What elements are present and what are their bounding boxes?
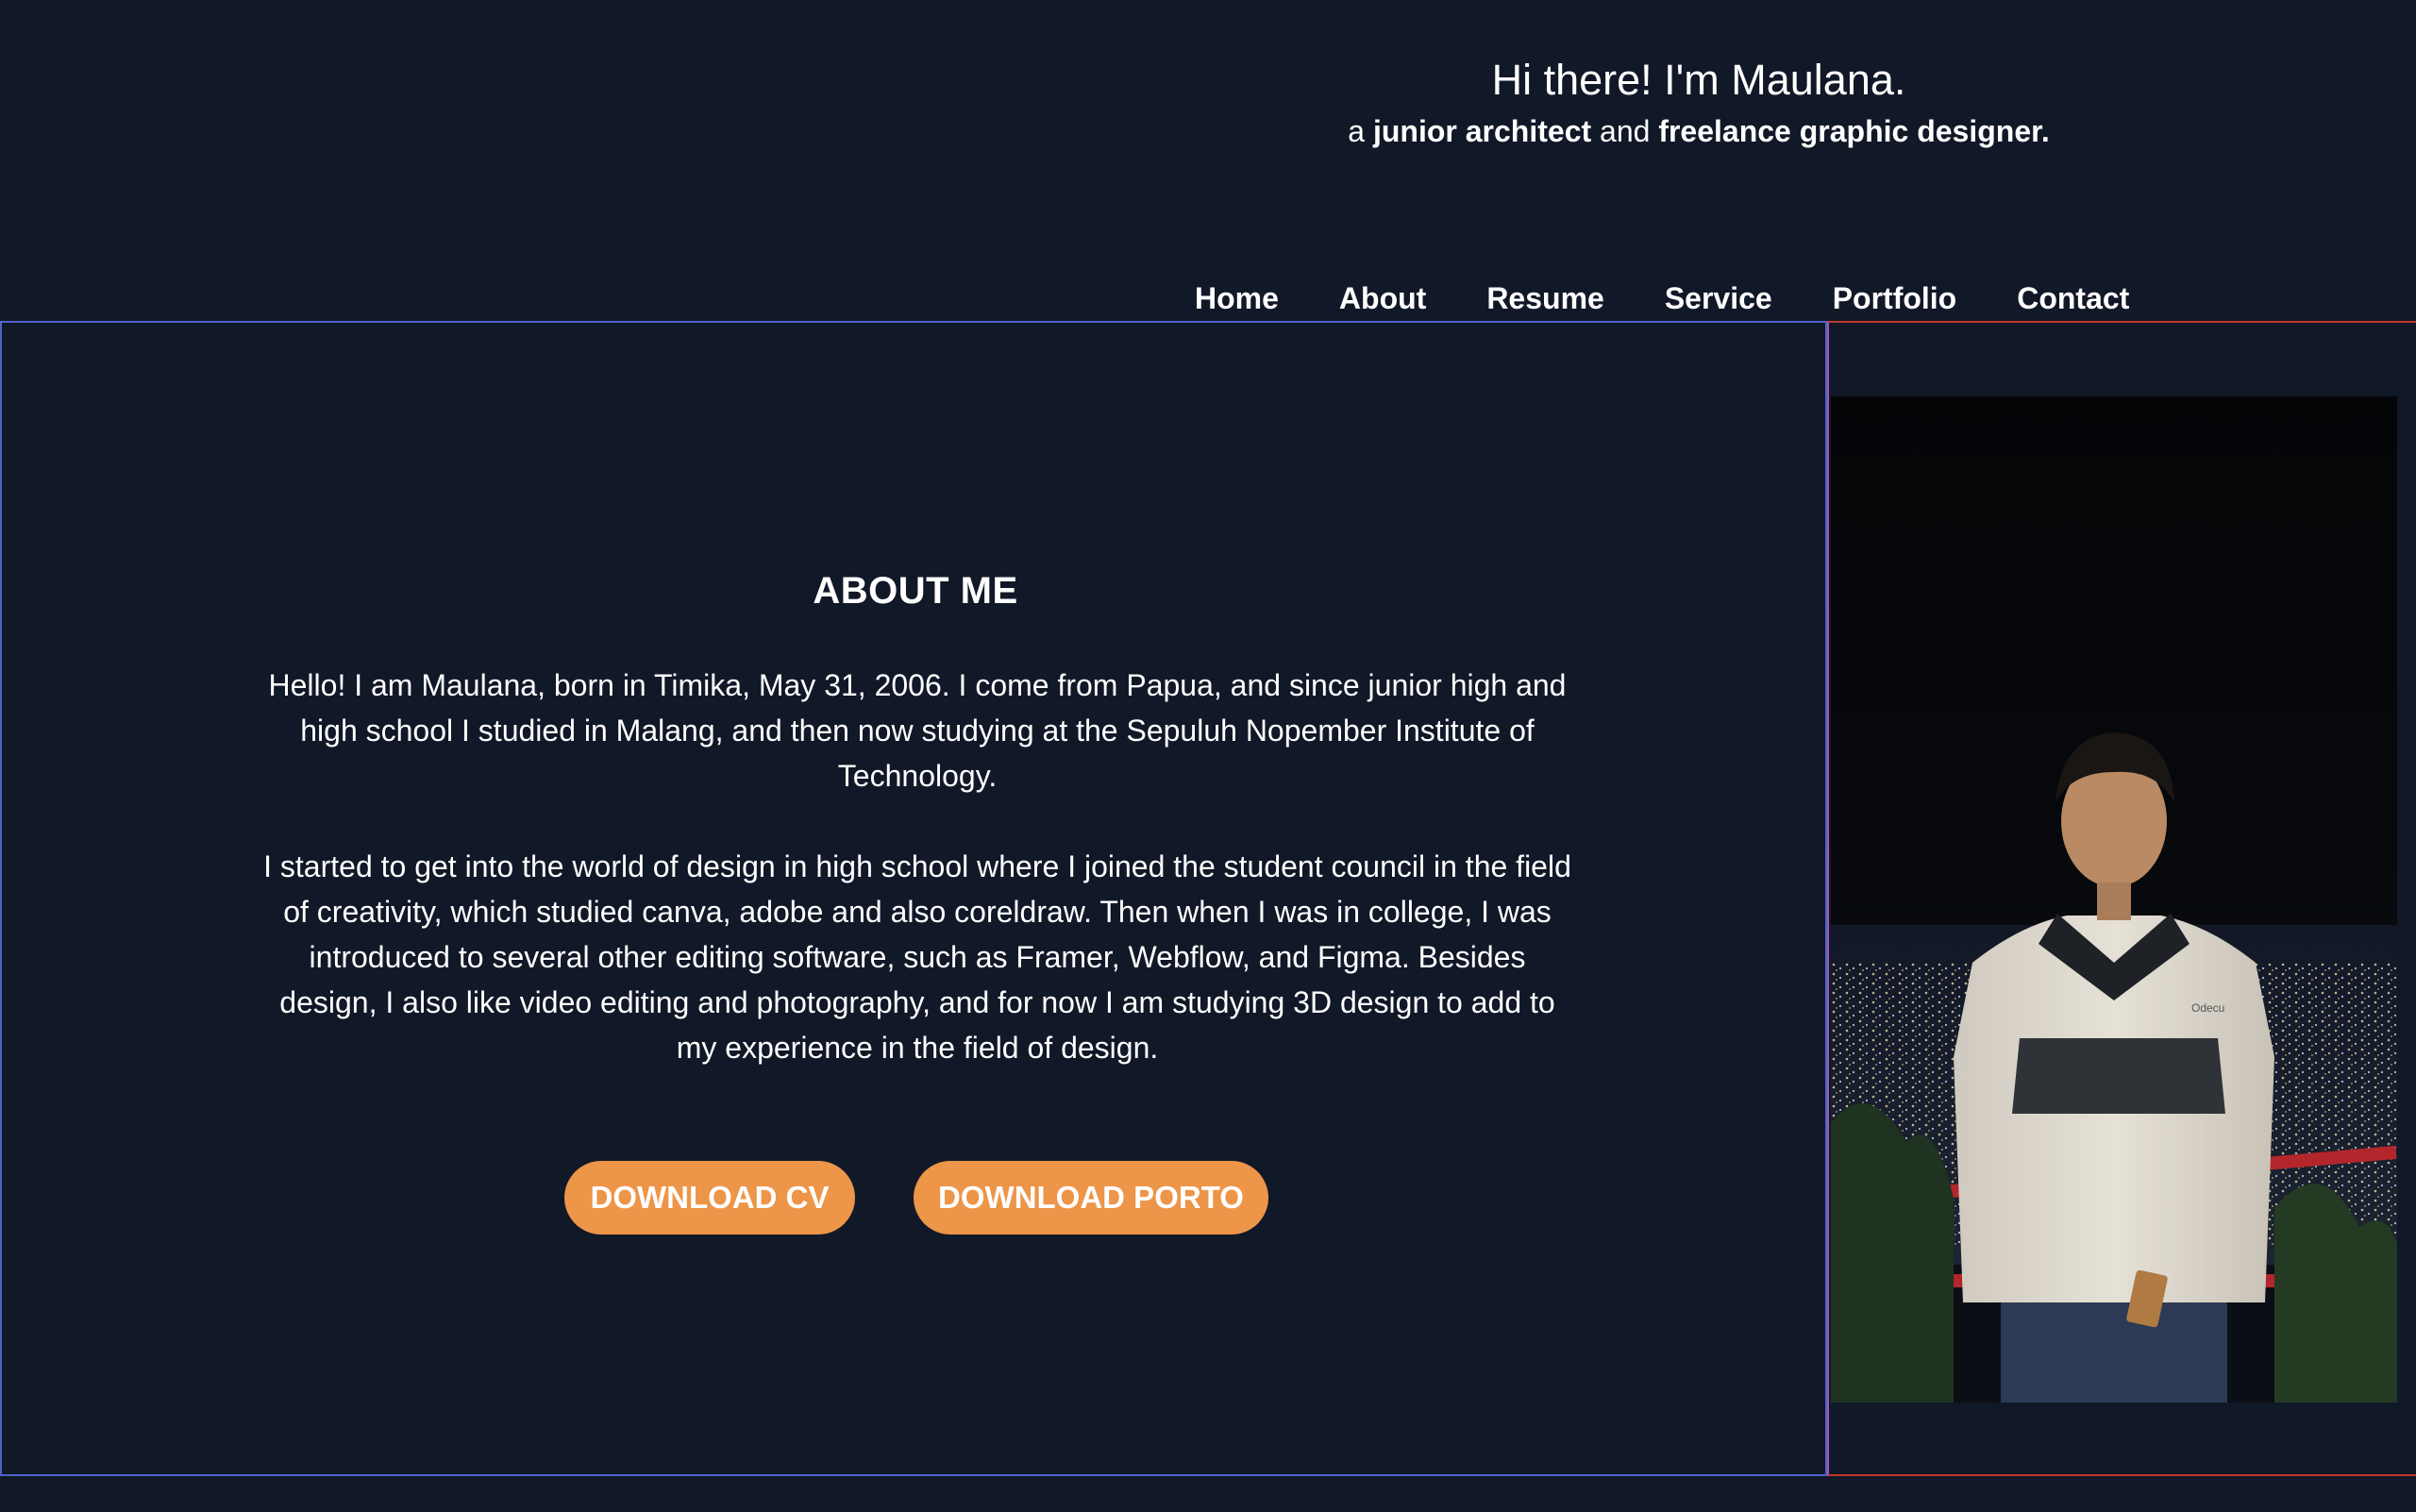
download-cv-button[interactable]: DOWNLOAD CV (564, 1161, 855, 1235)
page: Hi there! I'm Maulana. a junior architec… (0, 0, 2416, 1512)
nav-item-contact[interactable]: Contact (2017, 281, 2129, 316)
nav-item-resume[interactable]: Resume (1486, 281, 1604, 316)
tagline-prefix: a (1348, 114, 1373, 148)
about-paragraph-intro: Hello! I am Maulana, born in Timika, May… (268, 668, 1567, 793)
photo-section: Odecu (1827, 321, 2416, 1476)
nav-item-about[interactable]: About (1339, 281, 1426, 316)
jacket-logo-text: Odecu (2191, 1001, 2224, 1015)
tagline-and: and (1591, 114, 1659, 148)
about-paragraph-design: I started to get into the world of desig… (263, 849, 1571, 1065)
profile-photo-illustration: Odecu (1831, 396, 2397, 1403)
main-nav: Home About Resume Service Portfolio Cont… (1195, 276, 2129, 321)
tagline-role-architect: junior architect (1372, 114, 1592, 148)
nav-item-home[interactable]: Home (1195, 281, 1279, 316)
profile-photo: Odecu (1831, 396, 2397, 1403)
nav-item-service[interactable]: Service (1665, 281, 1772, 316)
tagline-role-designer: freelance graphic designer. (1658, 114, 2050, 148)
about-section: ABOUT ME Hello! I am Maulana, born in Ti… (0, 321, 1827, 1476)
about-heading: ABOUT ME (813, 570, 1018, 612)
hero-tagline: a junior architect and freelance graphic… (1095, 109, 2303, 153)
hero-greeting: Hi there! I'm Maulana. (1491, 56, 1906, 104)
nav-item-portfolio[interactable]: Portfolio (1833, 281, 1957, 316)
download-porto-button[interactable]: DOWNLOAD PORTO (914, 1161, 1268, 1235)
